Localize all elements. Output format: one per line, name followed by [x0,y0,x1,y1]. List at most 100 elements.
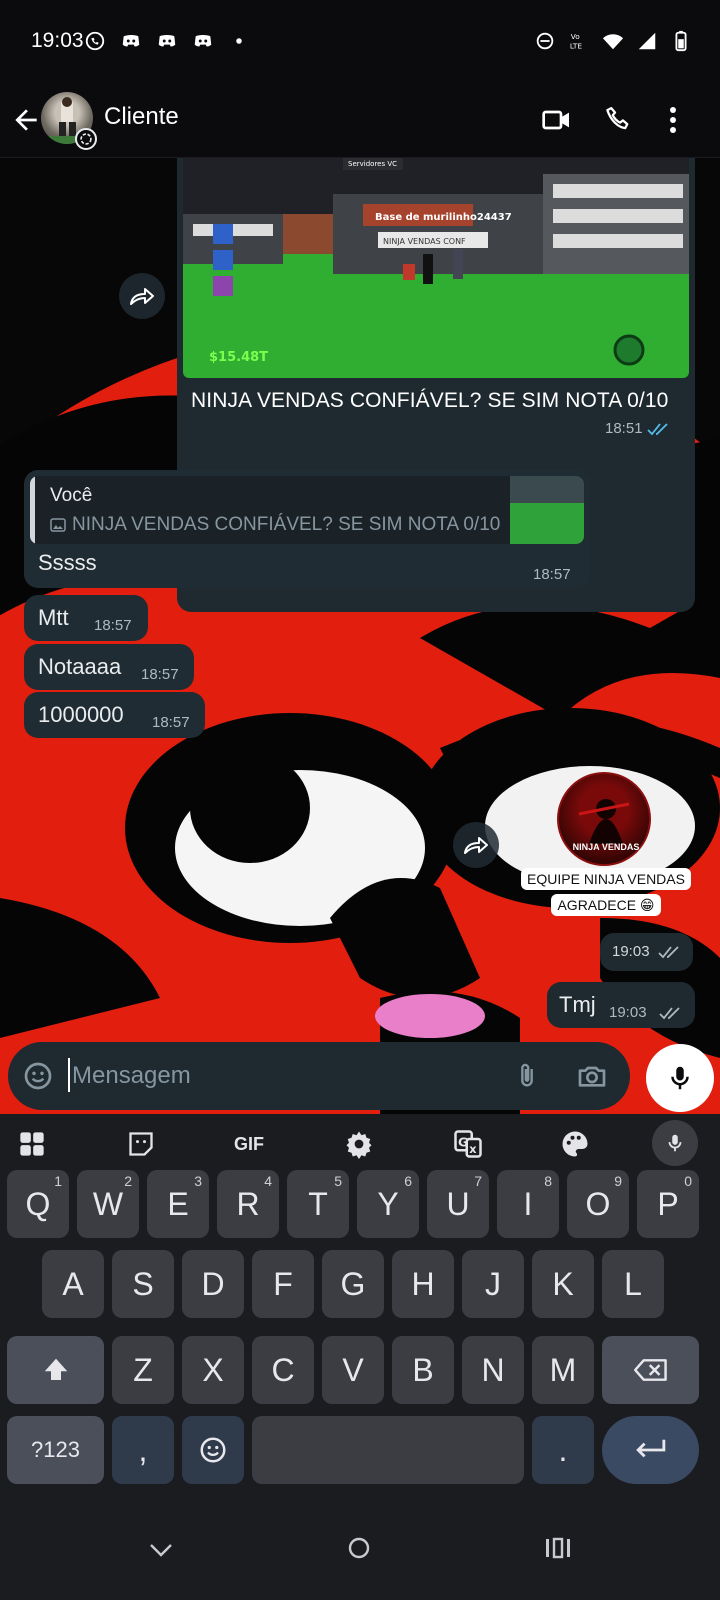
key-label: D [201,1265,225,1302]
video-camera-icon [542,110,569,130]
key-label: V [342,1351,364,1388]
key-label: I [523,1185,533,1222]
forward-button[interactable] [119,273,165,319]
comma-key[interactable]: , [112,1416,174,1484]
apps-grid-icon[interactable] [12,1126,52,1162]
home-circle-icon[interactable] [345,1534,373,1562]
translate-icon[interactable]: Gx [448,1126,488,1162]
key-label: B [412,1351,434,1388]
key-n[interactable]: N [462,1336,524,1404]
message-time: 18:57 [94,617,132,634]
settings-gear-icon[interactable] [339,1126,379,1162]
svg-text:LTE: LTE [570,41,583,50]
key-o[interactable]: O9 [567,1170,629,1238]
microphone-icon [671,1066,689,1090]
key-label: R [236,1185,260,1222]
message-input[interactable]: Mensagem [72,1062,191,1090]
dot-icon [236,38,242,44]
keyboard-toolbar: GIF Gx [0,1114,720,1172]
backspace-icon [633,1359,667,1381]
message-bubble[interactable]: Notaaaa 18:57 [24,644,194,690]
period-key[interactable]: . [532,1416,594,1484]
system-icons: Vo LTE [534,30,692,52]
voice-message-button[interactable] [646,1044,714,1112]
message-time: 18:57 [533,566,571,583]
palette-icon[interactable] [555,1126,595,1162]
key-z[interactable]: Z [112,1336,174,1404]
key-label: U [446,1185,470,1222]
sticker-emoji-icon[interactable] [22,1060,54,1092]
back-arrow-icon[interactable] [10,104,42,136]
video-call-button[interactable] [537,100,577,140]
svg-text:Servidores VC: Servidores VC [348,160,397,168]
sticker-message[interactable]: NINJA VENDAS EQUIPE NINJA VENDAS AGRADEC… [521,772,691,916]
key-c[interactable]: C [252,1336,314,1404]
microphone-icon [668,1134,682,1152]
key-f[interactable]: F [252,1250,314,1318]
chat-area[interactable]: Base de murilinho24437 NINJA VENDAS CONF… [0,158,720,1114]
message-bubble[interactable]: Mtt 18:57 [24,595,148,641]
key-label: T [308,1185,328,1222]
forward-icon [464,837,488,854]
key-x[interactable]: X [182,1336,244,1404]
message-composer[interactable]: Mensagem [8,1042,630,1110]
key-s[interactable]: S [112,1250,174,1318]
gif-button[interactable]: GIF [229,1126,269,1162]
key-g[interactable]: G [322,1250,384,1318]
key-p[interactable]: P0 [637,1170,699,1238]
key-b[interactable]: B [392,1336,454,1404]
more-options-button[interactable] [658,100,688,140]
message-time: 18:51 [605,420,643,437]
key-label: F [273,1265,293,1302]
message-time: 19:03 [609,1004,647,1021]
whatsapp-icon [85,31,105,51]
message-bubble[interactable]: Tmj 19:03 [547,982,695,1028]
signal-icon [638,32,656,50]
nav-down-chevron-icon[interactable] [148,1540,174,1560]
quoted-thumbnail [510,476,584,544]
message-bubble[interactable]: 1000000 18:57 [24,692,205,738]
contact-name[interactable]: Cliente [104,103,179,131]
backspace-key[interactable] [602,1336,699,1404]
key-a[interactable]: A [42,1250,104,1318]
voice-typing-button[interactable] [652,1120,698,1166]
space-key[interactable] [252,1416,524,1484]
key-l[interactable]: L [602,1250,664,1318]
key-t[interactable]: T5 [287,1170,349,1238]
camera-icon[interactable] [576,1060,608,1092]
key-m[interactable]: M [532,1336,594,1404]
voice-call-button[interactable] [598,100,638,140]
recent-apps-icon[interactable] [543,1536,573,1560]
key-hint: 2 [124,1173,132,1189]
key-j[interactable]: J [462,1250,524,1318]
status-time: 19:03 [31,29,84,52]
key-q[interactable]: Q1 [7,1170,69,1238]
key-d[interactable]: D [182,1250,244,1318]
symbols-key[interactable]: ?123 [7,1416,104,1484]
quote-bar [30,476,35,544]
emoji-key[interactable] [182,1416,244,1484]
quoted-message[interactable]: Você NINJA VENDAS CONFIÁVEL? SE SIM NOTA… [30,476,584,544]
game-screenshot-image[interactable]: Base de murilinho24437 NINJA VENDAS CONF… [183,158,689,378]
quoted-text-row: NINJA VENDAS CONFIÁVEL? SE SIM NOTA 0/10 [50,514,500,536]
key-w[interactable]: W2 [77,1170,139,1238]
key-k[interactable]: K [532,1250,594,1318]
enter-key[interactable] [602,1416,699,1484]
key-label: E [167,1185,189,1222]
key-label: X [202,1351,224,1388]
more-vertical-icon [670,107,676,133]
key-v[interactable]: V [322,1336,384,1404]
svg-text:$15.48T: $15.48T [209,350,268,365]
key-h[interactable]: H [392,1250,454,1318]
key-u[interactable]: U7 [427,1170,489,1238]
key-y[interactable]: Y6 [357,1170,419,1238]
forward-button[interactable] [453,822,499,868]
sticker-icon[interactable] [121,1126,161,1162]
key-r[interactable]: R4 [217,1170,279,1238]
key-label: A [62,1265,84,1302]
shift-key[interactable] [7,1336,104,1404]
reply-message[interactable]: Você NINJA VENDAS CONFIÁVEL? SE SIM NOTA… [24,470,590,588]
attach-icon[interactable] [513,1060,541,1092]
key-i[interactable]: I8 [497,1170,559,1238]
key-e[interactable]: E3 [147,1170,209,1238]
